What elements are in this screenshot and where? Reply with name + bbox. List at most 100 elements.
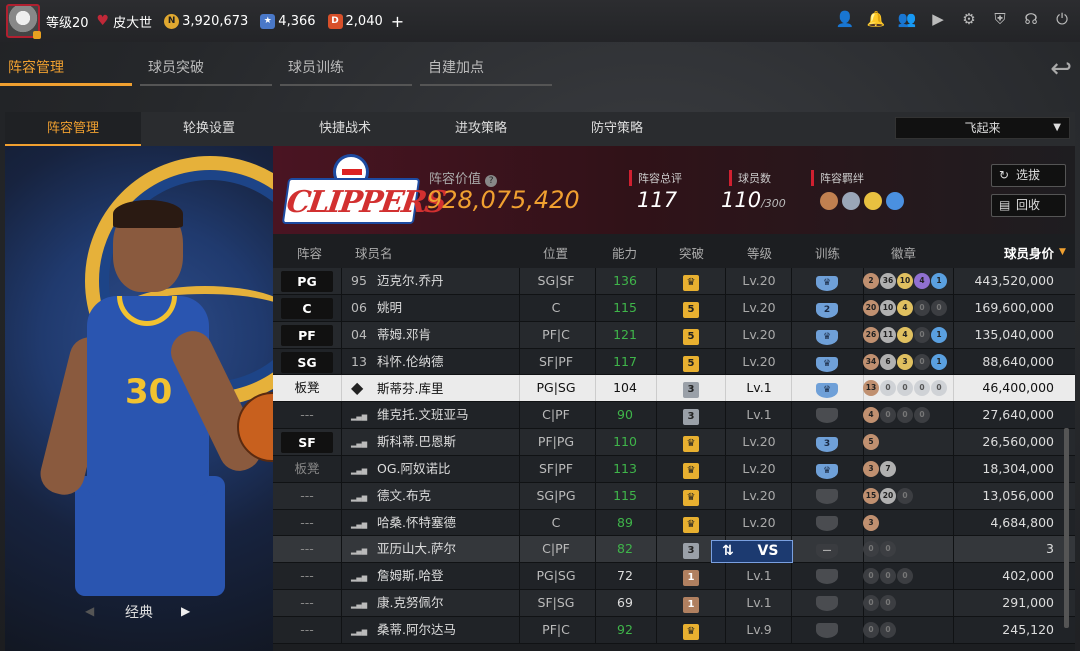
breakthrough-cell[interactable]: 1 bbox=[661, 563, 721, 589]
breakthrough-cell[interactable]: ♛ bbox=[661, 268, 721, 294]
avatar[interactable] bbox=[6, 4, 41, 39]
table-row[interactable]: --- ▂▄▆ 桑蒂.阿尔达马 PF|C 92 ♛ Lv.9 0 0 245,120 bbox=[273, 616, 1075, 644]
table-row[interactable]: PG 95 迈克尔.乔丹 SG|SF 136 ♛ Lv.20 ♛ 2 36 10 4 1 443,520,… bbox=[273, 268, 1075, 295]
lineup-position[interactable]: --- bbox=[273, 483, 341, 509]
badges-cell[interactable]: 00 bbox=[863, 590, 955, 616]
col-badges[interactable]: 徽章 bbox=[891, 243, 916, 262]
bond-icon-2[interactable] bbox=[842, 192, 860, 210]
table-row[interactable]: --- ▂▄▆ 康.克努佩尔 SF|SG 69 1 Lv.1 0 0 291,000 bbox=[273, 590, 1075, 617]
lineup-position[interactable]: --- bbox=[273, 536, 341, 562]
tab-training[interactable]: 球员训练 bbox=[280, 52, 412, 86]
table-row[interactable]: 板凳 ◆ 斯蒂芬.库里 PG|SG 104 3 Lv.1 ♛ 13 0 0 0 0 46,400,000 bbox=[273, 375, 1075, 403]
col-training[interactable]: 训练 bbox=[815, 243, 840, 262]
player-name-cell[interactable]: ▂▄▆ 康.克努佩尔 bbox=[351, 590, 511, 616]
player-name-cell[interactable]: ▂▄▆ 德文.布克 bbox=[351, 483, 511, 509]
badges-cell[interactable]: 000 bbox=[863, 563, 955, 589]
table-row[interactable]: 板凳 ▂▄▆ OG.阿奴诺比 SF|PF 113 ♛ Lv.20 ♛ 3 7 18,304,000 bbox=[273, 455, 1075, 483]
player-name-cell[interactable]: ▂▄▆ 斯科蒂.巴恩斯 bbox=[351, 429, 511, 455]
table-row[interactable]: PF 04 蒂姆.邓肯 PF|C 121 5 Lv.20 ♛ 26 11 4 0 1 135,040,00… bbox=[273, 321, 1075, 349]
subtab-rotation[interactable]: 轮换设置 bbox=[141, 112, 277, 146]
bond-icon-4[interactable] bbox=[886, 192, 904, 210]
training-cell[interactable] bbox=[791, 590, 863, 616]
tab-lineup[interactable]: 阵容管理 bbox=[0, 52, 132, 86]
training-cell[interactable] bbox=[791, 483, 863, 509]
lineup-position[interactable]: 板凳 bbox=[273, 456, 341, 482]
breakthrough-cell[interactable]: ♛ bbox=[661, 456, 721, 482]
badges-cell[interactable]: 20 10 4 0 0 bbox=[863, 295, 955, 321]
table-row[interactable]: SF ▂▄▆ 斯科蒂.巴恩斯 PF|PG 110 ♛ Lv.20 3 5 26,560,000 bbox=[273, 429, 1075, 456]
player-name-cell[interactable]: 13 科怀.伦纳德 bbox=[351, 349, 511, 375]
badges-cell[interactable]: 13 0 0 0 0 bbox=[863, 375, 955, 401]
player-name-cell[interactable]: ▂▄▆ 维克托.文班亚马 bbox=[351, 402, 511, 428]
player-name-cell[interactable]: ▂▄▆ OG.阿奴诺比 bbox=[351, 456, 511, 482]
bond-icon-3[interactable] bbox=[864, 192, 882, 210]
badges-cell[interactable]: 4000 bbox=[863, 402, 955, 428]
recycle-button[interactable]: ▤ 回收 bbox=[991, 194, 1066, 217]
breakthrough-cell[interactable]: ♛ bbox=[661, 483, 721, 509]
col-value[interactable]: 球员身价 bbox=[1004, 243, 1054, 262]
user-icon[interactable]: 👤 bbox=[835, 9, 855, 29]
tab-breakthrough[interactable]: 球员突破 bbox=[140, 52, 272, 86]
training-cell[interactable] bbox=[791, 510, 863, 536]
breakthrough-cell[interactable]: 3 bbox=[661, 375, 721, 401]
subtab-quick-tactics[interactable]: 快捷战术 bbox=[277, 112, 413, 146]
player-name-cell[interactable]: ◆ 斯蒂芬.库里 bbox=[351, 375, 511, 401]
table-row[interactable]: C 06 姚明 C 115 5 Lv.20 2 20 10 4 0 0 169,600,000 bbox=[273, 294, 1075, 322]
lineup-position[interactable]: --- bbox=[273, 590, 341, 616]
table-row[interactable]: ---▂▄▆亚历山大.萨尔C|PF823Lv.20—003 bbox=[273, 536, 1075, 564]
subtab-defense[interactable]: 防守策略 bbox=[549, 112, 685, 146]
training-cell[interactable]: ♛ bbox=[791, 322, 863, 348]
bond-icon-1[interactable] bbox=[820, 192, 838, 210]
col-breakthrough[interactable]: 突破 bbox=[679, 243, 704, 262]
compare-button[interactable]: ⇅ VS bbox=[711, 540, 793, 563]
breakthrough-cell[interactable]: 5 bbox=[661, 295, 721, 321]
breakthrough-cell[interactable]: ♛ bbox=[661, 429, 721, 455]
badges-cell[interactable]: 5 bbox=[863, 429, 955, 455]
lineup-position[interactable]: PF bbox=[273, 322, 341, 348]
training-cell[interactable]: 2 bbox=[791, 295, 863, 321]
training-cell[interactable]: ♛ bbox=[791, 268, 863, 294]
player-name-cell[interactable]: ▂▄▆ 桑蒂.阿尔达马 bbox=[351, 617, 511, 643]
badges-cell[interactable]: 15 20 0 bbox=[863, 483, 955, 509]
sort-desc-icon[interactable]: ▼ bbox=[1059, 247, 1066, 257]
table-row[interactable]: --- ▂▄▆ 维克托.文班亚马 C|PF 90 3 Lv.1 4 0 0 0 27,640,000 bbox=[273, 402, 1075, 430]
badges-cell[interactable]: 34 6 3 0 1 bbox=[863, 349, 955, 375]
add-currency-button[interactable]: + bbox=[391, 12, 404, 31]
tab-custom-points[interactable]: 自建加点 bbox=[420, 52, 552, 86]
breakthrough-cell[interactable]: ♛ bbox=[661, 510, 721, 536]
col-lineup[interactable]: 阵容 bbox=[297, 243, 322, 262]
shield-icon[interactable]: ⛨ bbox=[990, 9, 1010, 29]
badges-cell[interactable]: 26 11 4 0 1 bbox=[863, 322, 955, 348]
headset-icon[interactable]: ☊ bbox=[1021, 9, 1041, 29]
breakthrough-cell[interactable]: 3 bbox=[661, 402, 721, 428]
breakthrough-cell[interactable]: 5 bbox=[661, 349, 721, 375]
lineup-position[interactable]: PG bbox=[273, 268, 341, 294]
lineup-position[interactable]: SF bbox=[273, 429, 341, 455]
badges-cell[interactable]: 37 bbox=[863, 456, 955, 482]
lineup-position[interactable]: SG bbox=[273, 349, 341, 375]
breakthrough-cell[interactable]: ♛ bbox=[661, 617, 721, 643]
subtab-lineup[interactable]: 阵容管理 bbox=[5, 112, 141, 146]
col-player-name[interactable]: 球员名 bbox=[355, 243, 393, 262]
scrollbar[interactable] bbox=[1064, 428, 1069, 628]
training-cell[interactable] bbox=[791, 617, 863, 643]
badges-cell[interactable]: 00 bbox=[863, 617, 955, 643]
lineup-position[interactable]: --- bbox=[273, 402, 341, 428]
lineup-position[interactable]: --- bbox=[273, 563, 341, 589]
video-icon[interactable]: ▶ bbox=[928, 9, 948, 29]
prev-arrow-icon[interactable]: ◀ bbox=[85, 604, 94, 618]
player-name-cell[interactable]: ▂▄▆ 哈桑.怀特塞德 bbox=[351, 510, 511, 536]
col-ability[interactable]: 能力 bbox=[612, 243, 637, 262]
power-icon[interactable]: ⏻ bbox=[1052, 9, 1072, 29]
table-row[interactable]: --- ▂▄▆ 德文.布克 SG|PG 115 ♛ Lv.20 15 20 0 13,056,000 bbox=[273, 482, 1075, 510]
lineup-position[interactable]: 板凳 bbox=[273, 375, 341, 401]
player-name-cell[interactable]: 95 迈克尔.乔丹 bbox=[351, 268, 511, 294]
training-cell[interactable]: ♛ bbox=[791, 375, 863, 401]
lineup-position[interactable]: C bbox=[273, 295, 341, 321]
breakthrough-cell[interactable]: 5 bbox=[661, 322, 721, 348]
lineup-position[interactable]: --- bbox=[273, 510, 341, 536]
training-cell[interactable]: — bbox=[791, 536, 863, 562]
player-name-cell[interactable]: ▂▄▆ 亚历山大.萨尔 bbox=[351, 536, 511, 562]
badges-cell[interactable]: 3 bbox=[863, 510, 955, 536]
lineup-dropdown[interactable]: 飞起来 ▼ bbox=[895, 117, 1070, 139]
